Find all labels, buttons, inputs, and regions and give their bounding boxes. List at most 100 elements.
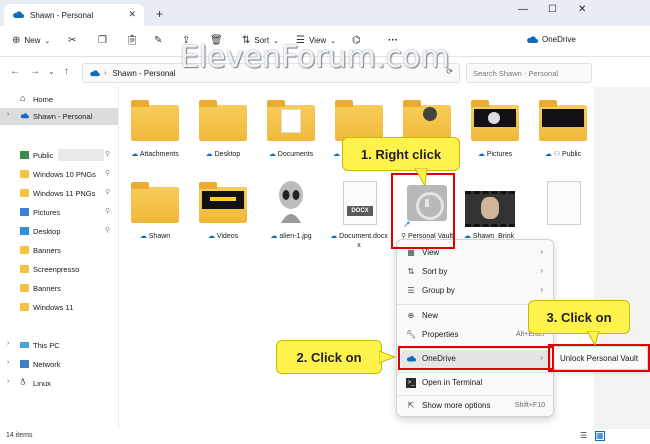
sidebar-item-linux[interactable]: › 🐧︎ Linux [0, 375, 118, 392]
delete-icon[interactable]: 🗑︎ [210, 35, 227, 46]
chevron-right-icon[interactable]: › [7, 111, 9, 118]
menu-item-group-by[interactable]: ☰ Group by › [401, 282, 549, 300]
docx-badge: DOCX [347, 206, 373, 216]
sidebar-item-windows11[interactable]: Windows 11 [0, 299, 118, 316]
sidebar-item-screenpresso[interactable]: Screenpresso [0, 261, 118, 278]
sidebar-item-windows10-pngs[interactable]: Windows 10 PNGs ⚲ [0, 166, 118, 183]
file-item-desktop[interactable]: ☁︎ Desktop [193, 93, 253, 167]
sidebar-item-windows11-pngs[interactable]: Windows 11 PNGs ⚲ [0, 185, 118, 202]
sort-button[interactable]: ⇅ Sort ⌄ [242, 35, 279, 46]
file-item-alien[interactable]: ☁︎ alien-1.jpg [261, 175, 321, 249]
maximize-icon[interactable]: ☐ [548, 4, 557, 15]
large-icons-view-icon[interactable]: ▦ [595, 431, 605, 441]
close-tab-icon[interactable]: ✕ [128, 9, 136, 20]
sidebar-item-banners-2[interactable]: Banners [0, 280, 118, 297]
navigation-pane: ⌂ Home › Shawn - Personal Public ⚲ Windo… [0, 87, 119, 429]
copy-icon[interactable]: ❐ [98, 35, 111, 46]
menu-item-new[interactable]: ⊕ New › [401, 307, 549, 325]
details-view-icon[interactable]: ☰ [580, 431, 587, 440]
search-input[interactable]: Search Shawn - Personal [466, 63, 592, 83]
chevron-right-icon[interactable]: › [7, 340, 9, 347]
filter-icon[interactable]: ⌬ [352, 35, 365, 46]
pictures-icon [20, 208, 29, 216]
file-item-shawn[interactable]: ☁︎ Shawn [125, 175, 185, 249]
file-name: Desktop [214, 151, 241, 158]
callout-click-onedrive: 2. Click on [276, 340, 397, 374]
minimize-icon[interactable]: — [518, 4, 528, 15]
folder-icon [539, 100, 587, 141]
menu-item-open-in-terminal[interactable]: >_ Open in Terminal [401, 374, 549, 392]
computer-icon [20, 342, 29, 348]
chevron-down-icon: ⌄ [44, 37, 51, 45]
sidebar-item-home[interactable]: ⌂ Home [0, 91, 118, 108]
onedrive-button[interactable]: OneDrive [526, 35, 576, 44]
recent-chevron-icon[interactable]: ⌄ [48, 67, 55, 76]
refresh-icon[interactable]: ⟳ [446, 67, 453, 76]
address-row: ← → ⌄ ↑ › Shawn - Personal ⟳ Search Shaw… [0, 57, 650, 87]
file-item-videos[interactable]: ☁︎ Videos [193, 175, 253, 249]
sidebar-item-public[interactable]: Public ⚲ [0, 147, 118, 164]
menu-item-show-more-options[interactable]: ⇱ Show more options Shift+F10 [401, 397, 549, 415]
breadcrumb[interactable]: Shawn - Personal [112, 69, 175, 78]
file-name: Documents [277, 151, 314, 158]
sidebar-item-desktop[interactable]: Desktop ⚲ [0, 223, 118, 240]
more-options-button[interactable]: ··· [388, 35, 398, 46]
view-button[interactable]: ☰ View ⌄ [296, 35, 336, 46]
sidebar-item-label: Windows 11 PNGs [33, 189, 96, 198]
tab-shawn-personal[interactable]: Shawn - Personal ✕ [4, 4, 144, 26]
menu-separator [397, 372, 553, 373]
sort-icon: ⇅ [242, 35, 251, 46]
cloud-status-icon: ☁︎ [330, 233, 340, 240]
status-bar: 14 items ☰ ▦ [0, 429, 650, 444]
file-item-pictures[interactable]: ☁︎ Pictures [465, 93, 525, 167]
close-window-icon[interactable]: ✕ [578, 4, 586, 15]
file-item-attachments[interactable]: ☁︎ Attachments [125, 93, 185, 167]
chevron-right-icon: › [540, 266, 543, 275]
sidebar-item-label: Banners [33, 284, 61, 293]
callout-text: 3. Click on [546, 309, 612, 325]
folder-icon [199, 182, 247, 223]
sidebar-item-shawn-personal[interactable]: › Shawn - Personal [0, 108, 118, 125]
folder-icon [20, 246, 29, 254]
terminal-icon: >_ [406, 378, 416, 388]
chevron-right-icon[interactable]: › [7, 359, 9, 366]
new-button[interactable]: ⊕ New ⌄ [12, 35, 50, 46]
address-bar[interactable]: › Shawn - Personal ⟳ [82, 63, 460, 83]
menu-item-properties[interactable]: 🔧︎ Properties Alt+Enter [401, 326, 549, 344]
file-name: Pictures [486, 151, 513, 158]
chevron-right-icon[interactable]: › [7, 378, 9, 385]
new-label: New [24, 36, 41, 45]
sidebar-item-banners[interactable]: Banners [0, 242, 118, 259]
new-tab-icon[interactable]: + [156, 7, 163, 21]
back-icon[interactable]: ← [10, 66, 20, 77]
sidebar-item-this-pc[interactable]: › This PC [0, 337, 118, 354]
up-icon[interactable]: ↑ [64, 66, 69, 77]
callout-text: 1. Right click [360, 146, 442, 162]
menu-item-label: Sort by [422, 267, 448, 276]
wrench-icon: 🔧︎ [406, 330, 417, 339]
item-count: 14 items [6, 432, 33, 439]
share-icon[interactable]: ⇪ [182, 35, 194, 46]
linux-icon: 🐧︎ [20, 377, 26, 387]
file-name: Public [562, 151, 582, 158]
sidebar-item-pictures[interactable]: Pictures ⚲ [0, 204, 118, 221]
sidebar-item-network[interactable]: › Network [0, 356, 118, 373]
file-item-shawn-brink[interactable]: ☁︎ Shawn_Brink [459, 175, 519, 249]
sidebar-item-label: Shawn - Personal [33, 112, 93, 121]
show-more-icon: ⇱ [407, 401, 415, 410]
menu-item-sort-by[interactable]: ⇅ Sort by › [401, 263, 549, 281]
menu-item-label: Show more options [422, 401, 491, 410]
file-name: Document.docx [339, 233, 388, 240]
file-item-document-docx[interactable]: DOCX ☁︎ Document.docx x [329, 175, 389, 249]
file-item-documents[interactable]: ☁︎ Documents [261, 93, 321, 167]
file-name: Attachments [139, 151, 179, 158]
tab-label: Shawn - Personal [30, 10, 94, 20]
forward-icon[interactable]: → [30, 66, 40, 77]
file-item-blank[interactable] [533, 175, 593, 249]
home-icon: ⌂ [20, 93, 26, 103]
paste-icon[interactable]: 📋︎ [126, 35, 143, 46]
file-item-public[interactable]: ☁︎ ⚇ Public [533, 93, 593, 167]
rename-icon[interactable]: ✎ [154, 35, 166, 46]
network-icon [20, 360, 29, 368]
cut-icon[interactable]: ✂ [68, 35, 80, 46]
